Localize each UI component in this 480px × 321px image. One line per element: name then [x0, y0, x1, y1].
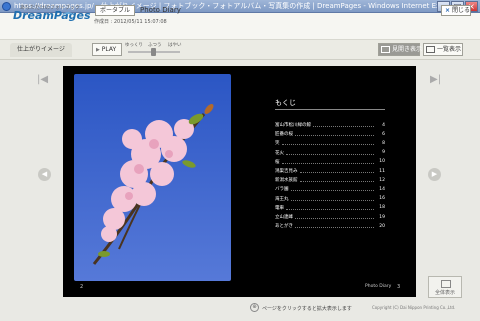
- toc-row[interactable]: 立山連峰 19: [275, 213, 385, 221]
- toc-row-label: 桜: [275, 159, 280, 165]
- toc-row-page: 8: [382, 140, 385, 146]
- toc-row-page: 18: [379, 205, 385, 211]
- album-title: Photo Diary: [140, 6, 181, 14]
- toc-row[interactable]: バラ園 14: [275, 185, 385, 193]
- magnify-hint-icon: ⊕: [250, 303, 259, 312]
- speed-fast-label: はやい: [168, 43, 182, 48]
- toc-leader-dots: [286, 151, 374, 155]
- next-page-icon[interactable]: ▶: [428, 168, 441, 181]
- toc-row-label: あとがき: [275, 224, 293, 230]
- toc-divider: [275, 109, 385, 110]
- right-page-number: 3: [397, 284, 401, 290]
- zoom-hint: ページをクリックすると拡大表示します: [262, 306, 352, 312]
- portable-tab[interactable]: ポータブル: [95, 5, 135, 16]
- view-spread-label: 見開き表示: [392, 46, 423, 53]
- toc-row-page: 16: [379, 196, 385, 202]
- close-button[interactable]: × 閉じる: [441, 5, 471, 16]
- toc-leader-dots: [290, 187, 374, 192]
- view-list-label: 一覧表示: [437, 46, 462, 53]
- toc-leader-dots: [299, 169, 374, 173]
- toc-row-page: 10: [379, 159, 385, 165]
- toc-row[interactable]: 笑8: [275, 139, 385, 147]
- toc-row-page: 19: [379, 214, 385, 220]
- toc-leader-dots: [295, 224, 374, 229]
- copyright: Copyright (C) Dai Nippon Printing Co.,Lt…: [372, 305, 456, 310]
- toc-row-page: 20: [379, 223, 385, 229]
- toc-row[interactable]: 海王丸 16: [275, 195, 385, 203]
- fullscreen-icon: [441, 280, 451, 288]
- toc-row-page: 6: [382, 131, 385, 137]
- toc-row-label: 富山市松川緑の鯨: [275, 123, 311, 128]
- speed-slow-label: ゆっくり: [125, 43, 143, 48]
- toc-row-label: 海王丸: [275, 196, 289, 202]
- close-icon: ×: [445, 7, 451, 14]
- fullscreen-button[interactable]: 全体表示: [428, 276, 462, 298]
- toc-leader-dots: [281, 141, 374, 146]
- toc-row-page: 4: [382, 122, 385, 128]
- right-page-label: Photo Diary: [365, 284, 392, 289]
- toc-row-page: 9: [382, 150, 385, 156]
- toc-leader-dots: [299, 178, 374, 183]
- toc-row-label: バラ園: [275, 187, 289, 193]
- close-label: 閉じる: [451, 7, 470, 14]
- cherry-blossom-photo[interactable]: [74, 74, 231, 281]
- play-label: PLAY: [101, 46, 117, 53]
- toc-row[interactable]: 鴻巣吉見み 11: [275, 167, 385, 175]
- toc-leader-dots: [313, 123, 374, 127]
- last-page-icon[interactable]: ▶|: [430, 74, 441, 85]
- toc-row[interactable]: 花火 9: [275, 149, 385, 157]
- first-page-icon[interactable]: |◀: [37, 74, 48, 85]
- toc-title: もくじ: [275, 99, 296, 107]
- tab-finish-image[interactable]: 仕上がりイメージ: [10, 43, 72, 57]
- toc-row[interactable]: あとがき 20: [275, 222, 385, 230]
- toc-leader-dots: [295, 215, 374, 219]
- left-page-number: 2: [80, 284, 84, 290]
- speed-slider-knob[interactable]: [151, 48, 156, 56]
- dreampages-logo[interactable]: DreamPages: [13, 9, 91, 22]
- toc-row-label: 立山連峰: [275, 215, 293, 220]
- toc-row-label: 電車: [275, 205, 284, 211]
- ie-icon: [2, 2, 11, 11]
- toc-row-label: 匠番の桜: [275, 132, 293, 138]
- spread-view-icon: [381, 46, 390, 53]
- toc-row-label: 花火: [275, 150, 284, 156]
- prev-page-icon[interactable]: ◀: [38, 168, 51, 181]
- view-spread-button[interactable]: 見開き表示: [378, 43, 423, 56]
- toc-leader-dots: [286, 206, 374, 210]
- fullscreen-label: 全体表示: [434, 290, 455, 296]
- toc-row-label: 笑: [275, 141, 280, 147]
- toc-row-page: 11: [379, 168, 385, 174]
- toc-row[interactable]: 富山市松川緑の鯨 4: [275, 121, 385, 129]
- toc-row[interactable]: 桜 10: [275, 158, 385, 166]
- toc-leader-dots: [290, 197, 374, 201]
- play-button[interactable]: ▶ PLAY: [92, 43, 122, 56]
- toc-row-label: 新潟水族館: [275, 178, 298, 184]
- toc-row[interactable]: 電車 18: [275, 204, 385, 212]
- toc-leader-dots: [295, 132, 374, 137]
- view-list-button[interactable]: 一覧表示: [423, 43, 463, 56]
- toc-row-page: 12: [379, 177, 385, 183]
- toc-row[interactable]: 新潟水族館 12: [275, 176, 385, 184]
- logo-swoosh-icon: [63, 12, 73, 18]
- toc-row[interactable]: 匠番の桜 6: [275, 130, 385, 138]
- toc-leader-dots: [281, 160, 374, 164]
- toc-row-page: 14: [379, 186, 385, 192]
- play-icon: ▶: [96, 47, 100, 53]
- list-view-icon: [426, 46, 435, 53]
- made-date: 作成日 : 2012/05/11 15:07:08: [94, 19, 167, 25]
- toc-row-label: 鴻巣吉見み: [275, 169, 298, 174]
